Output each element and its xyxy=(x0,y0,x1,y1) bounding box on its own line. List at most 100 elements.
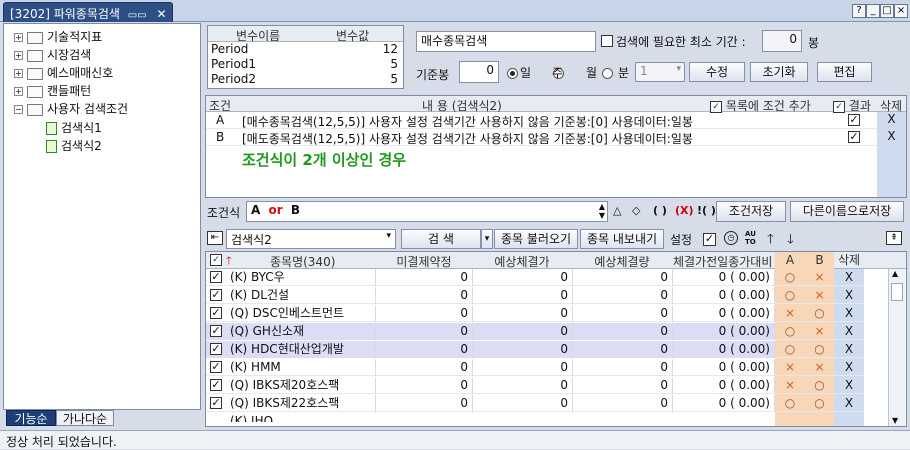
save-condition-button[interactable]: 조건저장 xyxy=(716,201,786,222)
spin-icon[interactable]: ▲ ▼ xyxy=(599,202,605,220)
settings-checkbox[interactable]: ✓ xyxy=(703,233,716,246)
row-delete-button[interactable]: X xyxy=(834,269,864,286)
row-delete-button[interactable]: X xyxy=(834,359,864,376)
arrow-up-icon[interactable]: 🡑 xyxy=(767,230,774,252)
row-checkbox[interactable]: ✓ xyxy=(210,397,222,409)
min-period-input[interactable]: 0 xyxy=(762,30,802,52)
tree-item[interactable]: − 사용자 검색조건 xyxy=(14,100,128,118)
dual-monitor-icon[interactable]: ▭▭ xyxy=(128,10,147,21)
save-as-button[interactable]: 다른이름으로저장 xyxy=(790,201,904,222)
vertical-scrollbar[interactable]: ▲ ▼ xyxy=(888,269,905,426)
paren-icon[interactable]: ( ) xyxy=(653,204,667,217)
expand-icon[interactable]: + xyxy=(14,33,23,42)
tree-item[interactable]: + 예스매매신호 xyxy=(14,64,113,82)
modify-button[interactable]: 편집 xyxy=(817,62,872,82)
edit-button[interactable]: 수정 xyxy=(689,62,745,82)
row-checkbox[interactable]: ✓ xyxy=(210,307,222,319)
var-value[interactable]: 5 xyxy=(390,72,398,86)
search-menu-arrow-icon[interactable]: ▾ xyxy=(481,229,493,249)
result-checkbox[interactable]: ✓ xyxy=(848,131,860,143)
export-stocks-button[interactable]: 종목 내보내기 xyxy=(580,229,664,249)
condition-row[interactable]: B [매도종목검색(12,5,5)] 사용자 설정 검색기간 사용하지 않음 기… xyxy=(206,129,906,146)
eraser-icon[interactable]: ◇ xyxy=(632,204,640,217)
min-period-checkbox[interactable] xyxy=(601,35,613,47)
close-tab-icon[interactable]: ✕ xyxy=(157,7,167,21)
formula-select[interactable]: 검색식2 ▾ xyxy=(226,229,396,249)
maximize-button[interactable]: □ xyxy=(880,4,894,18)
arrow-down-icon[interactable]: 🡓 xyxy=(787,230,794,252)
expand-panel-icon[interactable]: ⇞ xyxy=(886,231,902,245)
row-delete-button[interactable]: X xyxy=(834,341,864,358)
tree-item[interactable]: + 기술적지표 xyxy=(14,28,102,46)
col-header-exp-volume[interactable]: 예상체결량 xyxy=(573,253,671,270)
collapse-icon[interactable]: − xyxy=(14,105,23,114)
row-checkbox[interactable]: ✓ xyxy=(210,343,222,355)
col-header-oi[interactable]: 미결제약정 xyxy=(378,253,470,270)
col-header-a[interactable]: A xyxy=(775,252,805,269)
base-bong-input[interactable]: 0 xyxy=(459,61,499,83)
result-all-checkbox[interactable]: ✓ xyxy=(833,100,845,113)
minimize-button[interactable]: _ xyxy=(866,4,880,18)
col-header-exp-price[interactable]: 예상체결가 xyxy=(473,253,571,270)
radio-day[interactable] xyxy=(507,68,518,79)
tree-item[interactable]: + 시장검색 xyxy=(14,46,91,64)
row-checkbox[interactable]: ✓ xyxy=(210,361,222,373)
result-checkbox[interactable]: ✓ xyxy=(848,114,860,126)
col-header-delete[interactable]: 삭제 xyxy=(834,252,864,269)
clock-icon[interactable]: ◷ xyxy=(724,231,738,245)
col-header-b[interactable]: B xyxy=(805,252,834,269)
not-paren-icon[interactable]: (X) xyxy=(675,204,694,217)
tab-function-order[interactable]: 기능순 xyxy=(6,410,56,426)
cond-delete-button[interactable]: X xyxy=(877,129,906,146)
table-row[interactable]: ✓ (K) HMM 0 0 0 0 ( 0.00) × × X xyxy=(206,359,864,376)
scroll-down-icon[interactable]: ▼ xyxy=(892,416,898,425)
table-row[interactable]: ✓ (Q) GH신소재 0 0 0 0 ( 0.00) ○ × X xyxy=(206,323,864,340)
help-button[interactable]: ? xyxy=(852,4,866,18)
var-value[interactable]: 5 xyxy=(390,57,398,71)
scroll-up-icon[interactable]: ▲ xyxy=(892,269,898,278)
row-delete-button[interactable]: X xyxy=(834,395,864,412)
table-row[interactable]: ✓ (K) BYC우 0 0 0 0 ( 0.00) ○ × X xyxy=(206,269,864,286)
load-stocks-button[interactable]: 종목 불러오기 xyxy=(494,229,578,249)
panel-toggle-icon[interactable]: ⇤ xyxy=(207,231,223,245)
cond-delete-button[interactable]: X xyxy=(877,112,906,129)
table-row[interactable]: ✓ (K) HDC현대산업개발 0 0 0 0 ( 0.00) ○ ○ X xyxy=(206,341,864,358)
add-all-checkbox[interactable]: ✓ xyxy=(710,100,722,113)
window-tab[interactable]: [3202] 파워종목검색 ▭▭ ✕ xyxy=(3,2,173,22)
var-value[interactable]: 12 xyxy=(383,42,398,56)
minute-select[interactable]: 1 ▾ xyxy=(635,62,685,82)
tree-item[interactable]: + 캔들패턴 xyxy=(14,82,91,100)
row-checkbox[interactable]: ✓ xyxy=(210,325,222,337)
col-header-change[interactable]: 체결가전일종가대비( xyxy=(673,253,773,270)
table-row[interactable]: ✓ (Q) DSC인베스트먼트 0 0 0 0 ( 0.00) × ○ X xyxy=(206,305,864,322)
row-checkbox[interactable]: ✓ xyxy=(210,289,222,301)
reset-button[interactable]: 초기화 xyxy=(750,62,808,82)
table-row[interactable]: ✓ (Q) IBKS제22호스팩 0 0 0 0 ( 0.00) ○ ○ X xyxy=(206,395,864,412)
expand-icon[interactable]: + xyxy=(14,87,23,96)
search-button[interactable]: 검 색 xyxy=(401,229,481,249)
row-delete-button[interactable]: X xyxy=(834,287,864,304)
tree-item[interactable]: 검색식2 xyxy=(46,137,102,155)
expand-icon[interactable]: + xyxy=(14,69,23,78)
tab-alpha-order[interactable]: 가나다순 xyxy=(56,410,114,426)
tree-item[interactable]: 검색식1 xyxy=(46,119,102,137)
negate-icon[interactable]: !( ) xyxy=(697,204,716,217)
row-delete-button[interactable]: X xyxy=(834,305,864,322)
formula-input[interactable]: A or B ▲ ▼ xyxy=(246,201,608,222)
row-checkbox[interactable]: ✓ xyxy=(210,271,222,283)
table-row[interactable]: ✓ (Q) IBKS제20호스팩 0 0 0 0 ( 0.00) × ○ X xyxy=(206,377,864,394)
table-row[interactable]: ✓ (K) DL건설 0 0 0 0 ( 0.00) ○ × X xyxy=(206,287,864,304)
scroll-thumb[interactable] xyxy=(891,283,903,301)
triangle-op-icon[interactable]: △ xyxy=(613,204,621,217)
row-delete-button[interactable]: X xyxy=(834,377,864,394)
col-header-name[interactable]: 종목명(340) xyxy=(270,253,335,270)
close-button[interactable]: × xyxy=(894,4,908,18)
radio-month[interactable] xyxy=(601,68,613,79)
row-delete-button[interactable]: X xyxy=(834,323,864,340)
row-checkbox[interactable]: ✓ xyxy=(210,379,222,391)
condition-row[interactable]: A [매수종목검색(12,5,5)] 사용자 설정 검색기간 사용하지 않음 기… xyxy=(206,112,906,129)
select-all-checkbox[interactable]: ✓ xyxy=(210,254,222,266)
search-name-input[interactable]: 매수종목검색 xyxy=(416,31,596,52)
auto-icon[interactable]: AUTO xyxy=(745,230,759,246)
expand-icon[interactable]: + xyxy=(14,51,23,60)
